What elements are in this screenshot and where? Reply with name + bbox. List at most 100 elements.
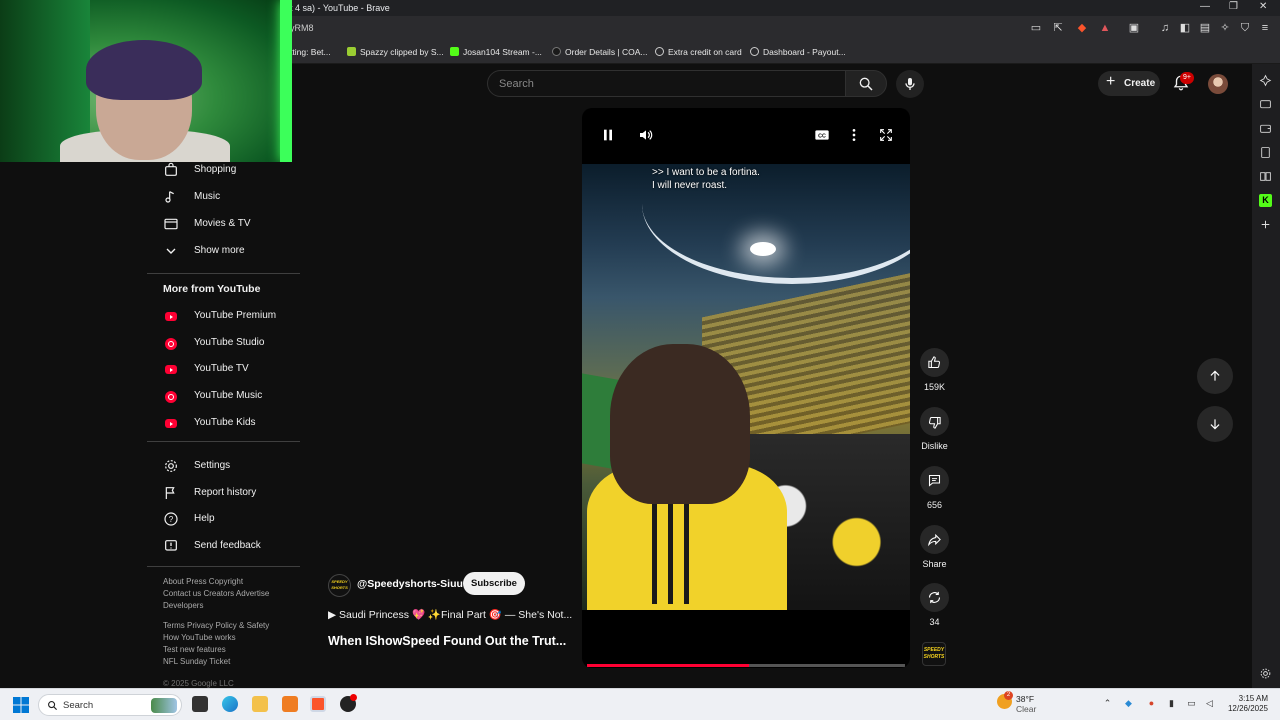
sidebar-item-youtube-tv[interactable]: YouTube TV (163, 359, 293, 383)
youtube-kids-icon (163, 415, 179, 431)
more-options-icon[interactable] (846, 127, 862, 143)
footer-links[interactable]: How YouTube works (163, 633, 236, 642)
sidebar-toggle-icon[interactable]: ◧ (1178, 21, 1192, 35)
sidebar-item-youtube-music[interactable]: YouTube Music (163, 386, 293, 410)
network-icon[interactable]: ▭ (1186, 698, 1197, 709)
windows-start-icon[interactable] (13, 697, 29, 713)
sidebar-item-report-history[interactable]: Report history (163, 483, 293, 507)
dislike-button[interactable] (920, 407, 949, 436)
pause-icon[interactable] (600, 127, 616, 143)
footer-links[interactable]: Test new features (163, 645, 226, 654)
youtube-premium-icon (163, 308, 179, 324)
sidebar-item-show-more[interactable]: Show more (163, 241, 293, 265)
cast-icon[interactable]: ▭ (1029, 21, 1043, 35)
search-input[interactable]: Search (487, 70, 847, 97)
search-button[interactable] (845, 70, 887, 97)
wallet-icon[interactable] (1259, 122, 1272, 135)
bookmark-item[interactable]: Order Details | COA... (552, 47, 648, 57)
sidebar-item-label: Shopping (194, 164, 237, 175)
menu-icon[interactable]: ≡ (1258, 21, 1272, 35)
bookmark-item[interactable]: Josan104 Stream -... (450, 47, 542, 57)
taskbar-search[interactable]: Search (38, 694, 182, 716)
sidebar-item-youtube-premium[interactable]: YouTube Premium (163, 306, 293, 330)
create-button[interactable]: + Create (1098, 71, 1160, 96)
media-icon[interactable]: ♫ (1158, 21, 1172, 35)
edge-icon[interactable] (222, 696, 238, 712)
leo-ai-icon[interactable]: ✧ (1218, 21, 1232, 35)
vpn-icon[interactable]: ⛉ (1238, 21, 1252, 35)
tray-app-icon[interactable]: ● (1146, 698, 1157, 709)
fullscreen-icon[interactable] (878, 127, 894, 143)
svg-text:CC: CC (818, 133, 826, 139)
footer-links[interactable]: NFL Sunday Ticket (163, 657, 230, 666)
tv-icon[interactable] (1259, 98, 1272, 111)
voice-search-button[interactable] (896, 70, 924, 98)
channel-avatar[interactable]: SPEEDY SHORTS (328, 574, 351, 597)
volume-icon[interactable] (638, 127, 654, 143)
sidebar-item-shopping[interactable]: Shopping (163, 160, 293, 184)
footer-links[interactable]: Contact us Creators Advertise (163, 589, 269, 598)
share-label: Share (922, 559, 947, 569)
sidebar-settings-icon[interactable] (1259, 667, 1272, 680)
minimize-icon[interactable]: — (1200, 1, 1210, 12)
bookmark-item[interactable]: Extra credit on card (655, 47, 742, 57)
windows-taskbar: Search 2 38°F Clear ⌃ ◆ ● ▮ ▭ ◁ 3:15 AM … (0, 688, 1280, 720)
app-icon[interactable] (282, 696, 298, 712)
reading-list-icon[interactable] (1259, 170, 1272, 183)
restore-icon[interactable]: ❐ (1229, 1, 1238, 12)
subscribe-button[interactable]: Subscribe (463, 572, 525, 595)
sidebar-item-youtube-kids[interactable]: YouTube Kids (163, 413, 293, 437)
brave-taskbar-icon[interactable] (310, 696, 326, 712)
dislike-label: Dislike (921, 441, 948, 451)
sidebar-item-send-feedback[interactable]: Send feedback (163, 536, 293, 560)
bookmark-item[interactable]: tting: Bet... (290, 47, 331, 57)
video-frame[interactable] (582, 164, 910, 610)
footer-links[interactable]: Developers (163, 601, 203, 610)
brave-shields-icon[interactable]: ◆ (1075, 21, 1089, 35)
chevron-up-icon[interactable]: ⌃ (1102, 698, 1113, 709)
volume-tray-icon[interactable]: ◁ (1204, 698, 1215, 709)
footer-links[interactable]: Terms Privacy Policy & Safety (163, 621, 269, 630)
bookmark-item[interactable]: Spazzy clipped by S... (347, 47, 444, 57)
tab-search-icon[interactable]: ▣ (1127, 21, 1141, 35)
file-explorer-icon[interactable] (252, 696, 268, 712)
shorts-player[interactable]: CC >> I want to be a fortina. I will nev… (582, 108, 910, 668)
sidebar-item-movies[interactable]: Movies & TV (163, 214, 293, 238)
short-title[interactable]: When IShowSpeed Found Out the Trut... (328, 634, 566, 648)
search-icon (859, 77, 873, 91)
share-icon[interactable]: ⇱ (1051, 21, 1065, 35)
url-text[interactable]: yRM8 (290, 23, 314, 33)
bookmark-item[interactable]: Dashboard - Payout... (750, 47, 846, 57)
playlist-link[interactable]: ▶ Saudi Princess 💖 ✨Final Part 🎯 — She's… (328, 608, 572, 621)
close-window-icon[interactable]: ✕ (1259, 1, 1267, 12)
system-clock[interactable]: 3:15 AM 12/26/2025 (1224, 694, 1268, 714)
kick-icon[interactable]: K (1259, 194, 1272, 207)
channel-handle[interactable]: @Speedyshorts-Siuu (357, 578, 463, 590)
microphone-tray-icon[interactable]: ▮ (1166, 698, 1177, 709)
channel-logo-thumbnail[interactable]: SPEEDY SHORTS (922, 642, 946, 666)
footer-links[interactable]: About Press Copyright (163, 577, 243, 586)
sidebar-item-help[interactable]: ? Help (163, 509, 293, 533)
progress-bar[interactable] (587, 664, 750, 667)
comments-button[interactable] (920, 466, 949, 495)
wallet-icon[interactable]: ▤ (1198, 21, 1212, 35)
share-button[interactable] (920, 525, 949, 554)
bookmarks-icon[interactable] (1259, 146, 1272, 159)
remix-button[interactable] (920, 583, 949, 612)
tray-app-icon[interactable]: ◆ (1123, 698, 1134, 709)
streamer-webcam-overlay (0, 0, 292, 162)
weather-widget[interactable]: 38°F Clear (1016, 694, 1036, 714)
sidebar-item-music[interactable]: Music (163, 187, 293, 211)
closed-captions-icon[interactable]: CC (814, 127, 830, 143)
previous-short-button[interactable] (1197, 358, 1233, 394)
account-avatar[interactable] (1208, 74, 1228, 94)
leo-icon[interactable] (1259, 74, 1272, 87)
sidebar-item-label: YouTube Kids (194, 417, 256, 428)
add-panel-icon[interactable] (1259, 218, 1272, 231)
brave-rewards-icon[interactable]: ▲ (1098, 21, 1112, 35)
sidebar-item-youtube-studio[interactable]: YouTube Studio (163, 333, 293, 357)
like-button[interactable] (920, 348, 949, 377)
sidebar-item-settings[interactable]: Settings (163, 456, 293, 480)
task-view-icon[interactable] (192, 696, 208, 712)
next-short-button[interactable] (1197, 406, 1233, 442)
